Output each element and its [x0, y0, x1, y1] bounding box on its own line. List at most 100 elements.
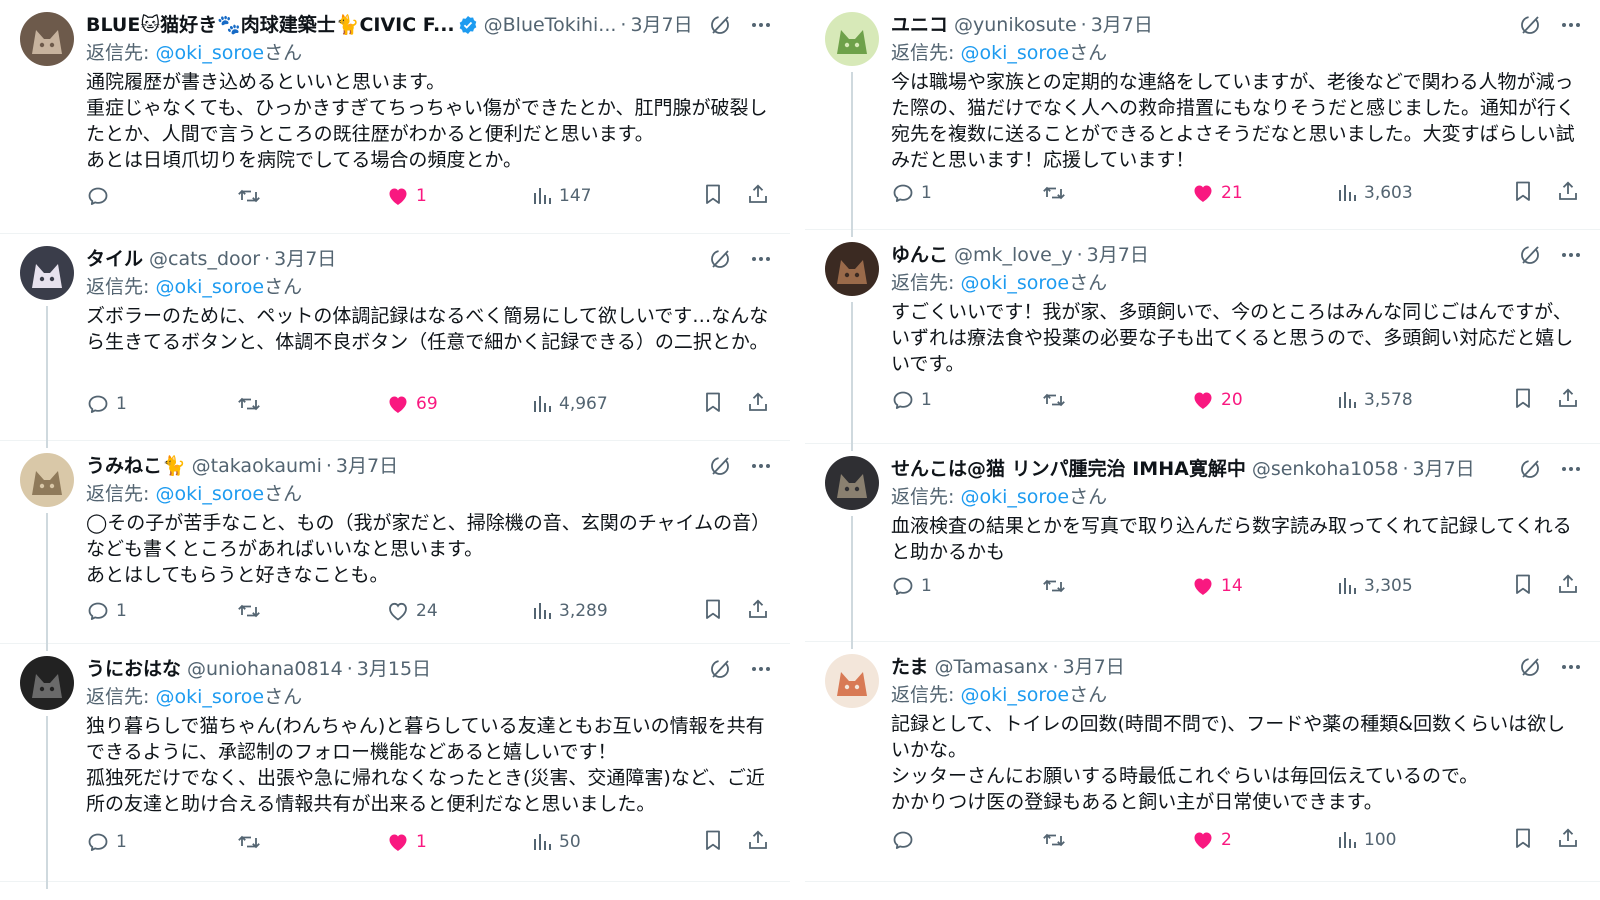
more-options-icon[interactable]: [750, 658, 772, 680]
handle[interactable]: @Tamasanx: [934, 653, 1048, 681]
views-button[interactable]: 3,289: [531, 600, 686, 622]
grok-icon[interactable]: [708, 657, 732, 681]
reply-button[interactable]: [86, 184, 236, 208]
timestamp[interactable]: 3月7日: [1087, 241, 1149, 269]
display-name[interactable]: ユニコ: [891, 11, 948, 39]
avatar[interactable]: [825, 12, 879, 66]
more-options-icon[interactable]: [1560, 14, 1582, 36]
reply-mention[interactable]: @oki_soroe: [960, 684, 1069, 706]
reply-button[interactable]: 1: [86, 392, 236, 416]
share-icon[interactable]: [746, 390, 770, 419]
bookmark-icon[interactable]: [702, 597, 724, 626]
display-name[interactable]: たま: [891, 653, 928, 681]
avatar[interactable]: [825, 242, 879, 296]
bookmark-icon[interactable]: [702, 828, 724, 857]
display-name[interactable]: BLUE🐱猫好き🐾肉球建築士🐈CIVIC F...: [86, 11, 455, 39]
reply-button[interactable]: 1: [891, 574, 1041, 598]
more-options-icon[interactable]: [750, 248, 772, 270]
share-icon[interactable]: [1556, 572, 1580, 601]
tweet[interactable]: BLUE🐱猫好き🐾肉球建築士🐈CIVIC F... @BlueTokihi... ·…: [0, 0, 790, 234]
tweet[interactable]: ゆんこ @mk_love_y · 3月7日 返信先: @oki_soroeさん すごくいい…: [805, 230, 1600, 451]
reply-mention[interactable]: @oki_soroe: [155, 276, 264, 298]
avatar[interactable]: [825, 654, 879, 708]
reply-mention[interactable]: @oki_soroe: [155, 686, 264, 708]
grok-icon[interactable]: [708, 247, 732, 271]
grok-icon[interactable]: [1518, 655, 1542, 679]
reply-mention[interactable]: @oki_soroe: [960, 272, 1069, 294]
display-name[interactable]: ゆんこ: [891, 241, 948, 269]
like-button[interactable]: 1: [386, 830, 531, 854]
handle[interactable]: @BlueTokihi...: [484, 11, 617, 39]
like-button[interactable]: 24: [386, 599, 531, 623]
bookmark-icon[interactable]: [1512, 572, 1534, 601]
like-button[interactable]: 2: [1191, 828, 1336, 852]
reply-mention[interactable]: @oki_soroe: [960, 486, 1069, 508]
tweet[interactable]: うみねこ🐈 @takaokaumi · 3月7日 返信先: @oki_soroeさん ◯そ…: [0, 441, 790, 651]
reply-mention[interactable]: @oki_soroe: [155, 42, 264, 64]
handle[interactable]: @cats_door: [149, 245, 260, 273]
reply-button[interactable]: 1: [891, 388, 1041, 412]
share-icon[interactable]: [746, 597, 770, 626]
share-icon[interactable]: [746, 182, 770, 211]
like-button[interactable]: 21: [1191, 181, 1336, 205]
reply-button[interactable]: 1: [891, 181, 1041, 205]
like-button[interactable]: 1: [386, 184, 531, 208]
more-options-icon[interactable]: [750, 14, 772, 36]
tweet[interactable]: タイル @cats_door · 3月7日 返信先: @oki_soroeさん ズボラーの…: [0, 234, 790, 448]
tweet[interactable]: せんこは@猫 リンパ腫完治 IMHA寛解中 @senkoha1058 · 3月7日 返信…: [805, 444, 1600, 649]
views-button[interactable]: 4,967: [531, 393, 686, 415]
tweet[interactable]: たま @Tamasanx · 3月7日 返信先: @oki_soroeさん 記録として、ト…: [805, 642, 1600, 882]
timestamp[interactable]: 3月7日: [274, 245, 336, 273]
views-button[interactable]: 100: [1336, 829, 1491, 851]
retweet-button[interactable]: [236, 184, 386, 208]
tweet[interactable]: うにおはな @uniohana0814 · 3月15日 返信先: @oki_soroeさ…: [0, 644, 790, 889]
more-options-icon[interactable]: [1560, 244, 1582, 266]
retweet-button[interactable]: [236, 830, 386, 854]
handle[interactable]: @mk_love_y: [954, 241, 1073, 269]
display-name[interactable]: うみねこ🐈: [86, 452, 186, 480]
timestamp[interactable]: 3月15日: [357, 655, 431, 683]
views-button[interactable]: 3,305: [1336, 575, 1491, 597]
share-icon[interactable]: [746, 828, 770, 857]
reply-button[interactable]: 1: [86, 599, 236, 623]
share-icon[interactable]: [1556, 386, 1580, 415]
timestamp[interactable]: 3月7日: [1063, 653, 1125, 681]
handle[interactable]: @uniohana0814: [187, 655, 343, 683]
share-icon[interactable]: [1556, 826, 1580, 855]
more-options-icon[interactable]: [1560, 458, 1582, 480]
grok-icon[interactable]: [1518, 243, 1542, 267]
handle[interactable]: @yunikosute: [954, 11, 1077, 39]
avatar[interactable]: [20, 246, 74, 300]
grok-icon[interactable]: [708, 454, 732, 478]
bookmark-icon[interactable]: [702, 390, 724, 419]
bookmark-icon[interactable]: [702, 182, 724, 211]
grok-icon[interactable]: [1518, 13, 1542, 37]
grok-icon[interactable]: [1518, 457, 1542, 481]
display-name[interactable]: うにおはな: [86, 655, 181, 683]
more-options-icon[interactable]: [750, 455, 772, 477]
retweet-button[interactable]: [1041, 388, 1191, 412]
avatar[interactable]: [20, 12, 74, 66]
retweet-button[interactable]: [1041, 574, 1191, 598]
like-button[interactable]: 20: [1191, 388, 1336, 412]
timestamp[interactable]: 3月7日: [1091, 11, 1153, 39]
more-options-icon[interactable]: [1560, 656, 1582, 678]
tweet[interactable]: ユニコ @yunikosute · 3月7日 返信先: @oki_soroeさん 今は職場…: [805, 0, 1600, 237]
timestamp[interactable]: 3月7日: [1413, 455, 1475, 483]
display-name[interactable]: タイル: [86, 245, 143, 273]
grok-icon[interactable]: [708, 13, 732, 37]
bookmark-icon[interactable]: [1512, 179, 1534, 208]
views-button[interactable]: 3,578: [1336, 389, 1491, 411]
timestamp[interactable]: 3月7日: [336, 452, 398, 480]
reply-button[interactable]: 1: [86, 830, 236, 854]
retweet-button[interactable]: [1041, 181, 1191, 205]
handle[interactable]: @takaokaumi: [192, 452, 322, 480]
reply-mention[interactable]: @oki_soroe: [960, 42, 1069, 64]
bookmark-icon[interactable]: [1512, 386, 1534, 415]
views-button[interactable]: 3,603: [1336, 182, 1491, 204]
share-icon[interactable]: [1556, 179, 1580, 208]
like-button[interactable]: 14: [1191, 574, 1336, 598]
avatar[interactable]: [825, 456, 879, 510]
retweet-button[interactable]: [236, 599, 386, 623]
retweet-button[interactable]: [1041, 828, 1191, 852]
